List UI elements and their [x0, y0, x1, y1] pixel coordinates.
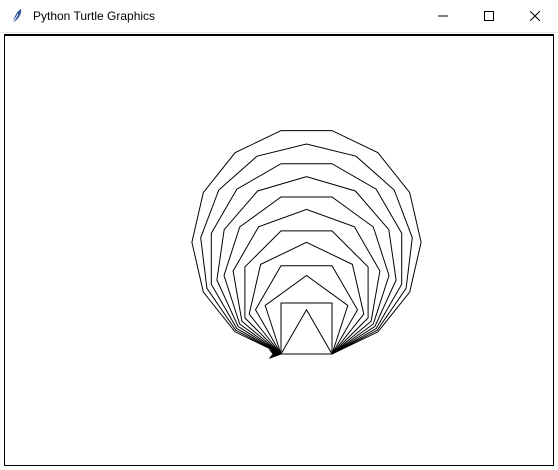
- window-controls: [420, 0, 558, 32]
- title-bar: Python Turtle Graphics: [0, 0, 558, 33]
- close-icon: [530, 11, 540, 21]
- window-title: Python Turtle Graphics: [33, 9, 156, 23]
- polygon-3-sides: [280, 308, 333, 355]
- turtle-canvas[interactable]: [4, 34, 554, 466]
- minimize-icon: [438, 15, 448, 17]
- drawing-surface: [191, 130, 422, 360]
- minimize-button[interactable]: [420, 0, 466, 32]
- polygon-7-sides: [248, 241, 365, 355]
- feather-icon: [9, 8, 25, 24]
- maximize-icon: [484, 11, 494, 21]
- polygon-8-sides: [244, 230, 369, 355]
- close-button[interactable]: [512, 0, 558, 32]
- polygon-5-sides: [264, 274, 349, 355]
- maximize-button[interactable]: [466, 0, 512, 32]
